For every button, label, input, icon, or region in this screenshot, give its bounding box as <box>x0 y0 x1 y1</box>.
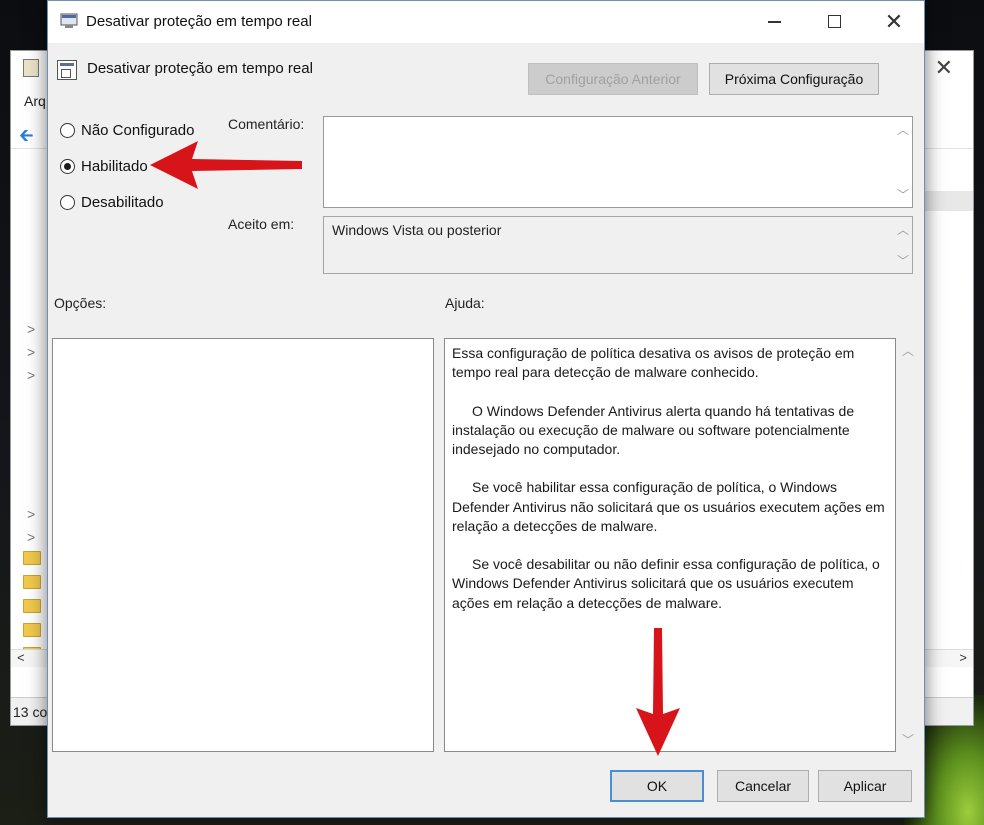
options-panel <box>52 338 434 752</box>
background-tree: > > > > > <box>11 151 47 699</box>
help-paragraph: O Windows Defender Antivirus alerta quan… <box>452 402 855 457</box>
radio-circle[interactable] <box>60 122 75 138</box>
scroll-down-icon[interactable]: ﹀ <box>899 731 917 748</box>
scroll-left-icon[interactable]: < <box>17 650 25 665</box>
back-arrow-icon[interactable]: 🡰 <box>19 123 34 153</box>
folder-icon[interactable] <box>23 551 41 565</box>
ok-button[interactable]: OK <box>610 770 704 802</box>
tree-expand-chevron[interactable]: > <box>27 506 35 522</box>
help-scrollbar[interactable]: ︿ ﹀ <box>899 338 917 752</box>
help-panel: Essa configuração de política desativa o… <box>444 338 896 752</box>
help-label: Ajuda: <box>445 295 485 311</box>
background-close-icon[interactable]: ✕ <box>935 55 953 81</box>
comment-label: Comentário: <box>228 116 305 132</box>
tree-expand-chevron[interactable]: > <box>27 344 35 360</box>
radio-label: Habilitado <box>81 157 148 175</box>
supported-on-label: Aceito em: <box>228 216 295 232</box>
supported-on-value: Windows Vista ou posterior <box>332 222 502 238</box>
help-paragraph: Se você desabilitar ou não definir essa … <box>452 556 880 611</box>
apply-button[interactable]: Aplicar <box>818 770 912 802</box>
options-label: Opções: <box>54 295 107 311</box>
radio-disabled[interactable]: Desabilitado <box>60 191 164 213</box>
scroll-down-icon[interactable]: ﹀ <box>894 186 912 203</box>
scroll-down-icon[interactable]: ﹀ <box>894 252 912 269</box>
scroll-up-icon[interactable]: ︿ <box>894 221 912 238</box>
supported-on-field: Windows Vista ou posterior ︿ ﹀ <box>323 216 913 274</box>
policy-setting-icon <box>57 60 77 80</box>
radio-label: Não Configurado <box>81 121 195 139</box>
scroll-up-icon[interactable]: ︿ <box>899 342 917 359</box>
help-text: Essa configuração de política desativa o… <box>452 344 892 632</box>
folder-icon[interactable] <box>23 599 41 613</box>
radio-label: Desabilitado <box>81 193 164 211</box>
supported-on-scrollbar[interactable]: ︿ ﹀ <box>894 217 912 273</box>
radio-not-configured[interactable]: Não Configurado <box>60 119 194 141</box>
dialog-titlebar[interactable]: Desativar proteção em tempo real ✕ <box>48 1 924 43</box>
help-paragraph: Se você habilitar essa configuração de p… <box>452 479 885 534</box>
next-setting-button[interactable]: Próxima Configuração <box>709 63 879 95</box>
folder-icon[interactable] <box>23 623 41 637</box>
maximize-icon[interactable] <box>820 9 848 35</box>
policy-window-icon <box>60 13 78 28</box>
status-count: 13 co <box>13 704 48 720</box>
tree-expand-chevron[interactable]: > <box>27 321 35 337</box>
scroll-right-icon[interactable]: > <box>959 650 967 665</box>
setting-name: Desativar proteção em tempo real <box>87 60 313 77</box>
radio-enabled[interactable]: Habilitado <box>60 155 148 177</box>
radio-circle[interactable] <box>60 194 75 210</box>
background-menu-file[interactable]: Arq <box>24 93 46 109</box>
close-icon[interactable]: ✕ <box>880 9 908 35</box>
cancel-button[interactable]: Cancelar <box>717 770 809 802</box>
dialog-title: Desativar proteção em tempo real <box>86 13 312 30</box>
radio-circle-selected[interactable] <box>60 158 75 174</box>
previous-setting-button[interactable]: Configuração Anterior <box>528 63 698 95</box>
folder-icon[interactable] <box>23 575 41 589</box>
scroll-up-icon[interactable]: ︿ <box>894 121 912 138</box>
background-selected-row <box>923 191 973 211</box>
help-paragraph: Essa configuração de política desativa o… <box>452 345 855 381</box>
tree-expand-chevron[interactable]: > <box>27 367 35 383</box>
tree-expand-chevron[interactable]: > <box>27 529 35 545</box>
minimize-icon[interactable] <box>760 9 788 35</box>
background-app-icon <box>23 59 39 77</box>
comment-textarea[interactable]: ︿ ﹀ <box>323 116 913 208</box>
comment-scrollbar[interactable]: ︿ ﹀ <box>894 117 912 207</box>
policy-dialog: Desativar proteção em tempo real ✕ Desat… <box>47 0 925 818</box>
